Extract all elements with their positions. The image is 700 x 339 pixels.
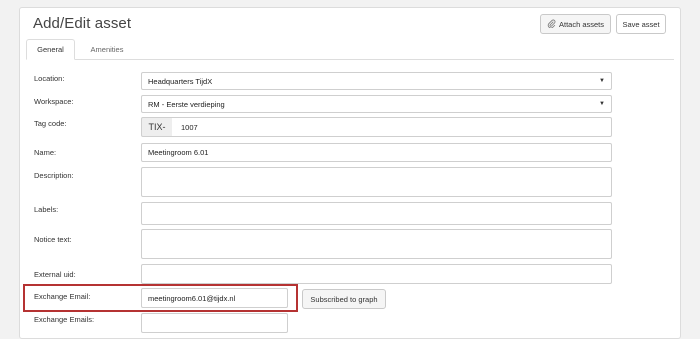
external-uid-label: External uid: [34,270,76,279]
notice-text-textarea[interactable] [141,229,612,259]
save-asset-button[interactable]: Save asset [616,14,666,34]
attach-assets-button[interactable]: Attach assets [540,14,611,34]
external-uid-input[interactable] [141,264,612,284]
subscribed-to-graph-label: Subscribed to graph [310,294,378,304]
tab-general-label: General [37,45,64,54]
location-value: Headquarters TijdX [148,76,213,86]
tab-bar: General Amenities [26,39,674,60]
description-textarea[interactable] [141,167,612,197]
tab-general[interactable]: General [26,39,75,60]
attach-assets-label: Attach assets [558,19,605,29]
workspace-label: Workspace: [34,97,74,106]
caret-down-icon: ▼ [599,101,605,107]
page-title: Add/Edit asset [33,15,132,32]
name-input[interactable]: Meetingroom 6.01 [141,143,612,162]
tab-amenities[interactable]: Amenities [80,39,134,59]
subscribed-to-graph-button[interactable]: Subscribed to graph [302,289,386,309]
workspace-select[interactable]: RM - Eerste verdieping ▼ [141,95,612,113]
exchange-emails-input[interactable] [141,313,288,333]
notice-text-label: Notice text: [34,235,72,244]
tag-code-prefix: TIX- [141,117,173,137]
add-edit-asset-panel: Add/Edit asset Attach assets Save asset … [19,7,681,339]
location-label: Location: [34,74,65,83]
exchange-emails-label: Exchange Emails: [34,315,95,324]
workspace-value: RM - Eerste verdieping [148,99,225,109]
tag-code-label: Tag code: [34,119,67,128]
save-asset-label: Save asset [622,19,660,29]
description-label: Description: [34,171,74,180]
name-label: Name: [34,148,57,157]
paperclip-icon [547,19,556,30]
tag-code-input[interactable]: 1007 [172,117,612,137]
exchange-email-label: Exchange Email: [34,292,91,301]
labels-input[interactable] [141,202,612,225]
exchange-email-input[interactable]: meetingroom6.01@tijdx.nl [141,288,288,308]
labels-label: Labels: [34,205,59,214]
tab-amenities-label: Amenities [90,44,124,54]
location-select[interactable]: Headquarters TijdX ▼ [141,72,612,90]
caret-down-icon: ▼ [599,78,605,84]
